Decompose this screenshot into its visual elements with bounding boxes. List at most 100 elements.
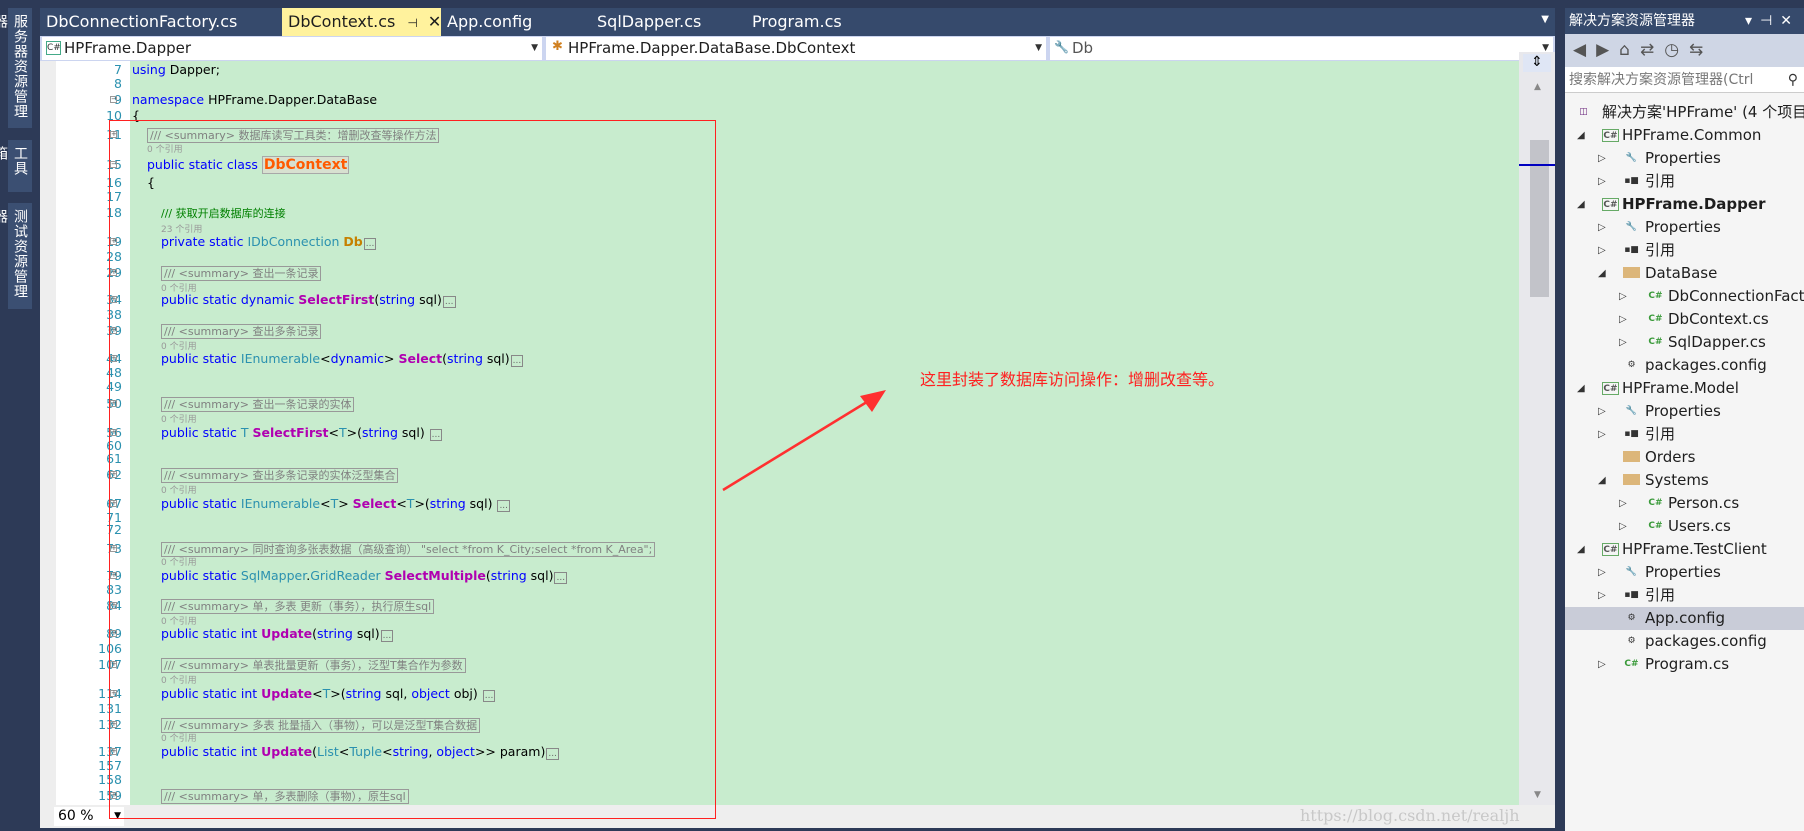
tree-item[interactable]: ▷ ▪■ 引用 — [1565, 170, 1804, 193]
tree-item[interactable]: ⚙ App.config — [1565, 607, 1804, 630]
collapsed-arrow-icon[interactable]: ▷ — [1619, 308, 1627, 331]
project-dropdown[interactable]: C# HPFrame.Dapper ▼ — [42, 37, 542, 60]
pin-icon[interactable]: ⊣ — [407, 16, 417, 30]
expanded-arrow-icon[interactable]: ◢ — [1577, 193, 1585, 216]
test-explorer-tab[interactable]: 测试资源管理器 — [0, 203, 32, 309]
tree-item-label: 引用 — [1645, 586, 1676, 604]
tree-item[interactable]: ▷ ▪■ 引用 — [1565, 239, 1804, 262]
tree-item-label: Properties — [1645, 218, 1721, 236]
tree-item-label: Orders — [1645, 448, 1696, 466]
references-icon: ▪■ — [1624, 429, 1639, 439]
forward-icon[interactable]: ▶ — [1596, 40, 1619, 60]
split-icon[interactable]: ⇕ — [1523, 54, 1551, 72]
tree-item[interactable]: ▷ C# Program.cs — [1565, 653, 1804, 676]
switch-views-icon[interactable]: ⇆ — [1689, 40, 1713, 60]
collapsed-arrow-icon[interactable]: ▷ — [1598, 147, 1606, 170]
tree-item[interactable]: ▷ C# DbConnectionFactory.cs — [1565, 285, 1804, 308]
tree-item[interactable]: Orders — [1565, 446, 1804, 469]
back-icon[interactable]: ◀ — [1573, 40, 1596, 60]
code-line[interactable]: 9− namespace HPFrame.Dapper.DataBase — [40, 92, 1519, 108]
tree-item[interactable]: ◢ DataBase — [1565, 262, 1804, 285]
expanded-arrow-icon[interactable]: ◢ — [1598, 469, 1606, 492]
collapsed-arrow-icon[interactable]: ▷ — [1598, 400, 1606, 423]
tab-overflow-chevron-icon[interactable]: ▼ — [1541, 14, 1549, 25]
search-placeholder: 搜索解决方案资源管理器(Ctrl — [1569, 72, 1754, 88]
tab-sqldapper[interactable]: SqlDapper.cs — [585, 8, 735, 36]
sync-icon[interactable]: ⇄ — [1640, 40, 1664, 60]
tree-item[interactable]: ◢ C# HPFrame.Dapper — [1565, 193, 1804, 216]
tree-item[interactable]: ▷ C# Users.cs — [1565, 515, 1804, 538]
vertical-scrollbar[interactable]: ⇕ ▲ ▼ — [1519, 52, 1555, 805]
chevron-down-icon: ▼ — [1035, 43, 1042, 53]
tree-item[interactable]: ▷ 🔧 Properties — [1565, 400, 1804, 423]
tree-item-label: 引用 — [1645, 241, 1676, 259]
panel-controls[interactable]: ▾⊣✕ — [1745, 8, 1800, 34]
expanded-arrow-icon[interactable]: ◢ — [1598, 262, 1606, 285]
tree-item[interactable]: ◢ C# HPFrame.Model — [1565, 377, 1804, 400]
collapsed-arrow-icon[interactable]: ▷ — [1598, 216, 1606, 239]
collapsed-arrow-icon[interactable]: ▷ — [1598, 423, 1606, 446]
tab-program[interactable]: Program.cs — [744, 8, 894, 36]
tree-item[interactable]: ◢ C# HPFrame.TestClient — [1565, 538, 1804, 561]
tree-item[interactable]: ⚙ packages.config — [1565, 354, 1804, 377]
tree-item-label: HPFrame.TestClient — [1622, 540, 1767, 558]
tab-dbconnectionfactory[interactable]: DbConnectionFactory.cs — [40, 8, 282, 36]
collapsed-arrow-icon[interactable]: ▷ — [1598, 584, 1606, 607]
tree-item[interactable]: ▷ 🔧 Properties — [1565, 216, 1804, 239]
document-tabs: DbConnectionFactory.cs DbContext.cs ⊣ ✕ Ap… — [40, 8, 1555, 36]
tree-item[interactable]: ◫ 解决方案'HPFrame' (4 个项目 — [1565, 101, 1804, 124]
collapsed-arrow-icon[interactable]: ▷ — [1598, 239, 1606, 262]
collapsed-arrow-icon[interactable]: ▷ — [1619, 285, 1627, 308]
expanded-arrow-icon[interactable]: ◢ — [1577, 538, 1585, 561]
wrench-icon: 🔧 — [1625, 406, 1638, 416]
tree-item[interactable]: ▷ ▪■ 引用 — [1565, 423, 1804, 446]
tree-item[interactable]: ◢ Systems — [1565, 469, 1804, 492]
keyword: using — [132, 62, 166, 77]
tree-item[interactable]: ▷ 🔧 Properties — [1565, 147, 1804, 170]
server-explorer-tab[interactable]: 服务器资源管理器 — [0, 8, 32, 128]
solution-search-input[interactable]: 搜索解决方案资源管理器(Ctrl ⚲ — [1565, 67, 1804, 93]
collapsed-arrow-icon[interactable]: ▷ — [1619, 492, 1627, 515]
expanded-arrow-icon[interactable]: ◢ — [1577, 124, 1585, 147]
home-icon[interactable]: ⌂ — [1619, 40, 1640, 60]
type-dropdown[interactable]: ✱ HPFrame.Dapper.DataBase.DbContext ▼ — [546, 37, 1046, 60]
tree-item-label: DataBase — [1645, 264, 1718, 282]
tree-item-label: DbConnectionFactory.cs — [1668, 287, 1804, 305]
tab-app-config[interactable]: App.config — [441, 8, 575, 36]
history-icon[interactable]: ◷ — [1664, 40, 1689, 60]
tree-item[interactable]: ▷ C# SqlDapper.cs — [1565, 331, 1804, 354]
outline-toggle-icon[interactable]: − — [110, 96, 117, 103]
type-name: HPFrame.Dapper.DataBase.DbContext — [568, 39, 856, 57]
tree-item[interactable]: ▷ ▪■ 引用 — [1565, 584, 1804, 607]
collapsed-arrow-icon[interactable]: ▷ — [1619, 515, 1627, 538]
expanded-arrow-icon[interactable]: ◢ — [1577, 377, 1585, 400]
toolbox-tab[interactable]: 工具箱 — [0, 140, 32, 192]
search-icon[interactable]: ⚲ — [1788, 67, 1798, 92]
tree-item[interactable]: ◢ C# HPFrame.Common — [1565, 124, 1804, 147]
collapsed-arrow-icon[interactable]: ▷ — [1619, 331, 1627, 354]
close-icon[interactable]: ✕ — [428, 12, 441, 31]
collapsed-arrow-icon[interactable]: ▷ — [1598, 170, 1606, 193]
tree-item[interactable]: ▷ 🔧 Properties — [1565, 561, 1804, 584]
tree-item-label: Program.cs — [1645, 655, 1730, 673]
tree-item[interactable]: ▷ C# Person.cs — [1565, 492, 1804, 515]
tree-item[interactable]: ⚙ packages.config — [1565, 630, 1804, 653]
folder-icon — [1623, 474, 1640, 485]
solution-tree: ◫ 解决方案'HPFrame' (4 个项目 ◢ C# HPFrame.Common ▷ 🔧… — [1565, 94, 1804, 794]
scroll-up-icon[interactable]: ▲ — [1534, 82, 1541, 92]
references-icon: ▪■ — [1624, 176, 1639, 186]
tab-dbcontext[interactable]: DbContext.cs ⊣ ✕ — [282, 8, 441, 36]
tree-item-label: HPFrame.Common — [1622, 126, 1762, 144]
collapsed-arrow-icon[interactable]: ▷ — [1598, 561, 1606, 584]
folder-icon — [1623, 267, 1640, 278]
code-line[interactable]: 8 — [40, 76, 1519, 92]
tree-item[interactable]: ▷ C# DbContext.cs — [1565, 308, 1804, 331]
code-text: namespace HPFrame.Dapper.DataBase — [132, 92, 377, 108]
member-dropdown[interactable]: 🔧 Db ▼ — [1050, 37, 1553, 60]
collapsed-arrow-icon[interactable]: ▷ — [1598, 653, 1606, 676]
tree-item-label: Properties — [1645, 402, 1721, 420]
config-file-icon: ⚙ — [1627, 360, 1636, 370]
scroll-down-icon[interactable]: ▼ — [1534, 790, 1541, 800]
tree-item-label: 引用 — [1645, 425, 1676, 443]
folder-icon — [1623, 451, 1640, 462]
